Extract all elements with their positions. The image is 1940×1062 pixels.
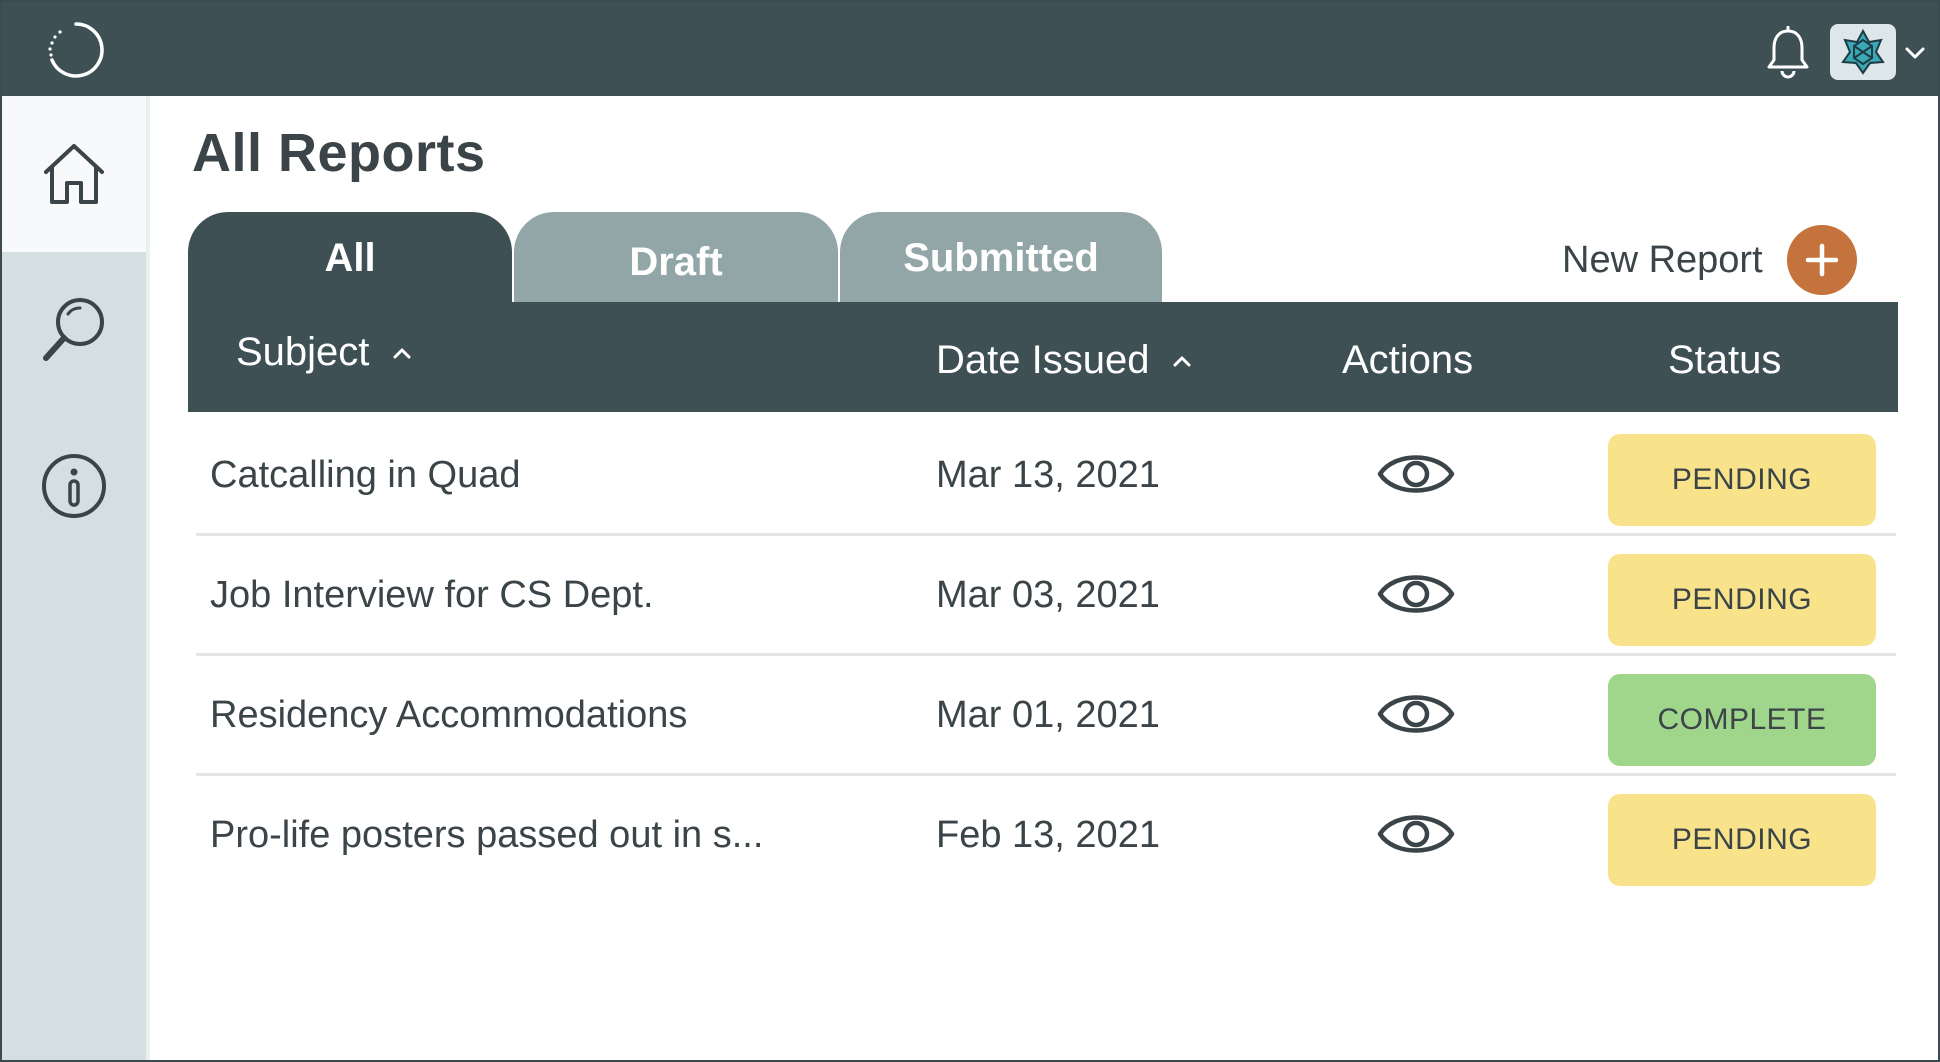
row-subject: Residency Accommodations xyxy=(210,694,688,736)
tab-all[interactable]: All xyxy=(188,212,512,304)
plus-icon xyxy=(1805,243,1838,277)
table-row[interactable]: Residency Accommodations Mar 01, 2021 CO… xyxy=(196,656,1896,776)
page-title: All Reports xyxy=(192,123,486,183)
row-subject: Pro-life posters passed out in s... xyxy=(210,814,764,856)
status-badge: PENDING xyxy=(1608,434,1876,526)
sidebar-item-home[interactable] xyxy=(2,96,146,252)
row-date: Mar 13, 2021 xyxy=(936,454,1160,496)
sidebar xyxy=(2,96,146,1060)
chevron-down-icon[interactable] xyxy=(1902,40,1928,66)
sidebar-item-search[interactable] xyxy=(2,252,146,408)
view-eye-icon[interactable] xyxy=(1376,806,1456,862)
row-date: Feb 13, 2021 xyxy=(936,814,1160,856)
bell-icon[interactable] xyxy=(1764,26,1812,80)
top-bar xyxy=(2,2,1938,96)
view-eye-icon[interactable] xyxy=(1376,566,1456,622)
circle-logo-icon[interactable] xyxy=(46,20,106,80)
table-row[interactable]: Catcalling in Quad Mar 13, 2021 PENDING xyxy=(196,416,1896,536)
row-subject: Job Interview for CS Dept. xyxy=(210,574,654,616)
column-status: Status xyxy=(1668,338,1781,383)
column-date[interactable]: Date Issued xyxy=(936,338,1193,383)
sort-up-icon[interactable] xyxy=(1171,350,1193,372)
sort-up-icon[interactable] xyxy=(391,342,413,364)
info-icon xyxy=(42,454,106,518)
tab-draft[interactable]: Draft xyxy=(514,212,838,304)
status-badge: PENDING xyxy=(1608,794,1876,886)
plus-button[interactable] xyxy=(1786,225,1857,295)
avatar[interactable] xyxy=(1830,24,1896,80)
avatar-icon xyxy=(1841,28,1885,75)
table-header: Subject Date Issued Actions Status xyxy=(188,302,1898,412)
table-row[interactable]: Job Interview for CS Dept. Mar 03, 2021 … xyxy=(196,536,1896,656)
search-icon xyxy=(43,298,104,361)
view-eye-icon[interactable] xyxy=(1376,686,1456,742)
column-status-label: Status xyxy=(1668,338,1782,382)
new-report-button[interactable]: New Report xyxy=(1562,224,1857,296)
tab-submitted[interactable]: Submitted xyxy=(840,212,1162,304)
column-subject-label: Subject xyxy=(236,330,370,374)
status-badge: COMPLETE xyxy=(1608,674,1876,766)
column-actions-label: Actions xyxy=(1342,338,1474,382)
column-subject[interactable]: Subject xyxy=(236,330,413,375)
column-actions: Actions xyxy=(1342,338,1473,383)
sidebar-edge xyxy=(146,96,150,1060)
status-badge: PENDING xyxy=(1608,554,1876,646)
row-subject: Catcalling in Quad xyxy=(210,454,521,496)
table-row[interactable]: Pro-life posters passed out in s... Feb … xyxy=(196,776,1896,896)
row-date: Mar 01, 2021 xyxy=(936,694,1160,736)
view-eye-icon[interactable] xyxy=(1376,446,1456,502)
sidebar-item-info[interactable] xyxy=(2,408,146,564)
column-date-label: Date Issued xyxy=(936,338,1150,382)
new-report-label: New Report xyxy=(1562,238,1763,281)
home-icon xyxy=(44,144,104,204)
app-window: All Reports All Draft Submitted New Repo… xyxy=(0,0,1940,1062)
row-date: Mar 03, 2021 xyxy=(936,574,1160,616)
